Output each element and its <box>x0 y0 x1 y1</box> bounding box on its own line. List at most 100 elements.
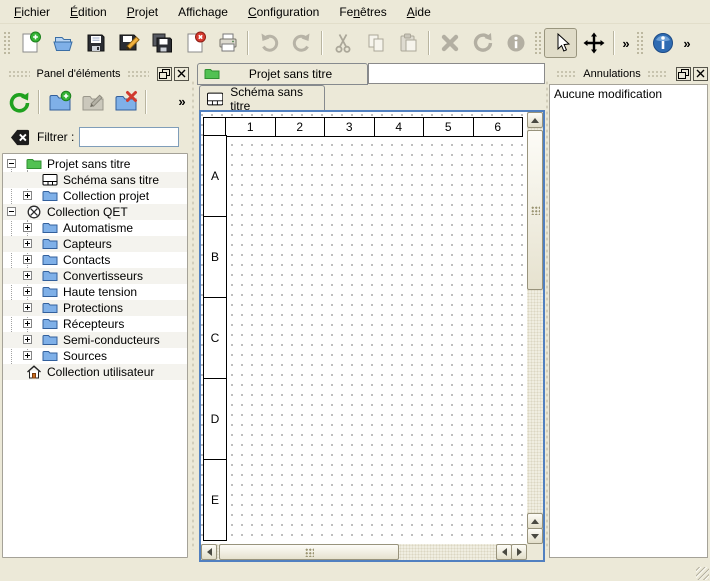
column-header: 5 <box>423 117 474 137</box>
dock-title-texture <box>127 70 149 78</box>
tree-item-collection-qet[interactable]: Collection QET <box>3 204 187 220</box>
delete-icon <box>438 31 462 55</box>
schema-view[interactable]: 1 2 3 4 5 6 A B C D E <box>199 110 545 562</box>
close-panel-button[interactable] <box>693 67 708 81</box>
scroll-down-button[interactable] <box>527 528 543 544</box>
tree-item-automatisme[interactable]: Automatisme <box>3 220 187 236</box>
collapse-expander[interactable] <box>7 159 16 168</box>
menu-affichage[interactable]: Affichage <box>168 2 238 22</box>
toolbar-separator <box>428 31 430 55</box>
schema-tab[interactable]: Schéma sans titre <box>199 85 325 111</box>
toolbar-separator <box>613 31 615 55</box>
scroll-left-button[interactable] <box>496 544 512 560</box>
panel-toolbar-overflow-button[interactable]: » <box>174 94 190 109</box>
tree-item-capteurs[interactable]: Capteurs <box>3 236 187 252</box>
scroll-left-button[interactable] <box>201 544 217 560</box>
expand-expander[interactable] <box>23 351 32 360</box>
edit-category-button[interactable] <box>76 87 109 117</box>
float-panel-button[interactable] <box>676 67 691 81</box>
dock-title-texture <box>556 70 577 78</box>
tree-item-haute-tension[interactable]: Haute tension <box>3 284 187 300</box>
tree-item-collection-utilisateur[interactable]: Collection utilisateur <box>3 364 187 380</box>
element-info-button[interactable] <box>499 28 532 58</box>
folder-blue-icon <box>42 348 58 364</box>
close-panel-button[interactable] <box>174 67 189 81</box>
undo-list-item[interactable]: Aucune modification <box>550 85 707 103</box>
print-button[interactable] <box>211 28 244 58</box>
menu-projet[interactable]: Projet <box>117 2 168 22</box>
vertical-scrollbar[interactable] <box>527 112 543 544</box>
toolbar-overflow-button[interactable]: » <box>618 36 634 51</box>
paste-button[interactable] <box>392 28 425 58</box>
expand-expander[interactable] <box>23 303 32 312</box>
save-all-button[interactable] <box>145 28 178 58</box>
close-document-button[interactable] <box>178 28 211 58</box>
delete-category-button[interactable] <box>109 87 142 117</box>
undo-panel-titlebar[interactable]: Annulations <box>550 64 708 83</box>
cut-button[interactable] <box>326 28 359 58</box>
elements-tree[interactable]: Projet sans titre Schéma sans titre Coll… <box>2 153 188 558</box>
paste-icon <box>397 31 421 55</box>
vertical-scroll-thumb[interactable] <box>527 130 543 290</box>
copy-button[interactable] <box>359 28 392 58</box>
menu-fichier[interactable]: Fichier <box>4 2 60 22</box>
expand-expander[interactable] <box>23 223 32 232</box>
select-tool-button[interactable] <box>544 28 577 58</box>
filter-input[interactable] <box>79 127 179 147</box>
menu-fenetres[interactable]: Fenêtres <box>329 2 396 22</box>
expand-expander[interactable] <box>23 271 32 280</box>
toolbar-drag-handle[interactable] <box>534 31 542 55</box>
menu-aide[interactable]: Aide <box>397 2 441 22</box>
move-icon <box>582 31 606 55</box>
schema-canvas[interactable]: 1 2 3 4 5 6 A B C D E <box>201 112 527 544</box>
expand-expander[interactable] <box>23 191 32 200</box>
save-as-button[interactable] <box>112 28 145 58</box>
horizontal-scroll-thumb[interactable] <box>219 544 399 560</box>
toolbar-drag-handle[interactable] <box>3 31 11 55</box>
tree-item-sources[interactable]: Sources <box>3 348 187 364</box>
scroll-up-button[interactable] <box>527 112 543 128</box>
about-qet-button[interactable] <box>646 28 679 58</box>
tree-item-schema[interactable]: Schéma sans titre <box>3 172 187 188</box>
toolbar-drag-handle[interactable] <box>636 31 644 55</box>
pan-tool-button[interactable] <box>577 28 610 58</box>
clear-filter-icon[interactable] <box>9 128 31 147</box>
close-document-icon <box>183 31 207 55</box>
tree-item-contacts[interactable]: Contacts <box>3 252 187 268</box>
toolbar-overflow-button[interactable]: » <box>679 36 695 51</box>
rotate-button[interactable] <box>466 28 499 58</box>
float-panel-button[interactable] <box>157 67 172 81</box>
open-document-button[interactable] <box>46 28 79 58</box>
tree-item-recepteurs[interactable]: Récepteurs <box>3 316 187 332</box>
left-dock-splitter[interactable] <box>191 80 195 550</box>
menu-edition[interactable]: Édition <box>60 2 117 22</box>
delete-button[interactable] <box>433 28 466 58</box>
expand-expander[interactable] <box>23 287 32 296</box>
project-tab[interactable]: Projet sans titre <box>197 63 368 85</box>
reload-collections-button[interactable] <box>2 87 35 117</box>
float-icon <box>678 69 689 79</box>
menu-configuration[interactable]: Configuration <box>238 2 329 22</box>
tree-item-projet[interactable]: Projet sans titre <box>3 156 187 172</box>
save-button[interactable] <box>79 28 112 58</box>
scroll-right-button[interactable] <box>511 544 527 560</box>
new-document-button[interactable] <box>13 28 46 58</box>
horizontal-scrollbar[interactable] <box>201 544 527 560</box>
scroll-up-button[interactable] <box>527 513 543 529</box>
expand-expander[interactable] <box>23 239 32 248</box>
tree-item-semi-conducteurs[interactable]: Semi-conducteurs <box>3 332 187 348</box>
tree-item-collection-projet[interactable]: Collection projet <box>3 188 187 204</box>
expand-expander[interactable] <box>23 255 32 264</box>
undo-button[interactable] <box>252 28 285 58</box>
elements-panel-titlebar[interactable]: Panel d'éléments <box>2 64 189 83</box>
resize-grip[interactable] <box>696 567 709 580</box>
tree-item-protections[interactable]: Protections <box>3 300 187 316</box>
collapse-expander[interactable] <box>7 207 16 216</box>
new-category-button[interactable] <box>43 87 76 117</box>
redo-button[interactable] <box>285 28 318 58</box>
undo-history-list[interactable]: Aucune modification <box>549 84 708 558</box>
column-header: 1 <box>225 117 276 137</box>
expand-expander[interactable] <box>23 319 32 328</box>
tree-item-convertisseurs[interactable]: Convertisseurs <box>3 268 187 284</box>
expand-expander[interactable] <box>23 335 32 344</box>
